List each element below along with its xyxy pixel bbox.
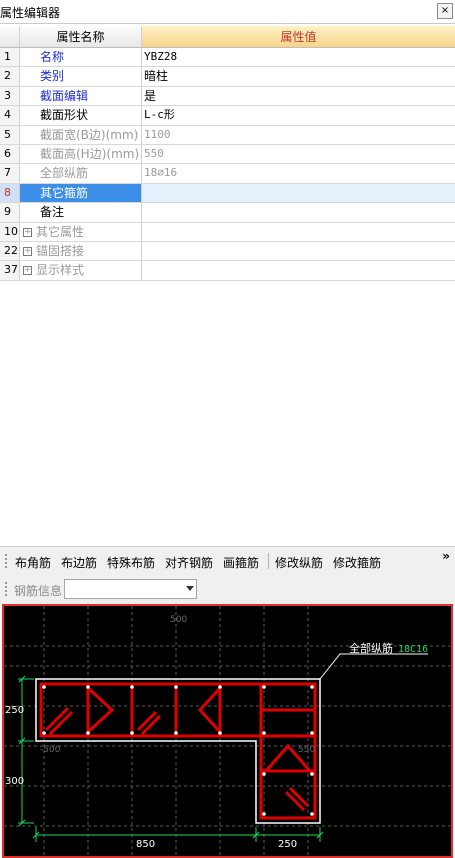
row-value[interactable]	[142, 223, 455, 241]
row-name[interactable]: 截面宽(B边)(mm)	[20, 125, 142, 144]
row-name[interactable]: 截面编辑	[20, 86, 142, 106]
property-grid: 属性名称 属性值 1 名称 YBZ28 2 类别 暗柱 3 截面编辑 是 4 截…	[0, 26, 455, 281]
row-name: 锚固搭接	[36, 243, 85, 258]
row-number: 3	[0, 86, 20, 106]
header-corner	[0, 26, 20, 47]
dim-250-left: 250	[5, 705, 24, 716]
row-number: 37	[0, 261, 20, 280]
grid-row[interactable]: 3 截面编辑 是	[0, 86, 455, 107]
row-name[interactable]: 截面高(H边)(mm)	[20, 144, 142, 164]
row-number: 7	[0, 164, 20, 183]
grid-group-row[interactable]: 37 + 显示样式	[0, 261, 455, 281]
modify-stirrup-button[interactable]: 修改箍筋	[333, 554, 381, 571]
row-name[interactable]: 类别	[20, 67, 142, 86]
section-outline	[35, 678, 321, 824]
toolbar-grip[interactable]	[5, 554, 7, 568]
grid-row[interactable]: 5 截面宽(B边)(mm) 1100	[0, 125, 455, 145]
rebar-info-label: 钢筋信息	[14, 584, 63, 598]
row-value[interactable]	[142, 261, 455, 279]
row-value[interactable]: 暗柱	[142, 67, 455, 85]
row-number: 1	[0, 48, 20, 67]
row-value[interactable]	[142, 203, 455, 221]
annotation-label: 全部纵筋	[349, 641, 393, 655]
modify-longitudinal-button[interactable]: 修改纵筋	[275, 554, 323, 571]
expand-plus-icon[interactable]: +	[23, 246, 32, 256]
row-name[interactable]: 名称	[20, 48, 142, 67]
header-value[interactable]: 属性值	[142, 26, 455, 47]
grid-row-selected[interactable]: 8 其它箍筋	[0, 183, 455, 204]
grid-header: 属性名称 属性值	[0, 26, 455, 48]
row-value[interactable]	[142, 183, 455, 203]
row-number: 4	[0, 106, 20, 125]
infobar-grip[interactable]	[5, 582, 7, 596]
row-number: 5	[0, 125, 20, 144]
grid-row[interactable]: 9 备注	[0, 203, 455, 223]
special-rebar-button[interactable]: 特殊布筋	[107, 554, 155, 571]
rebar-toolbar: 布角筋 布边筋 特殊布筋 对齐钢筋 画箍筋 修改纵筋 修改箍筋 »	[0, 546, 455, 574]
property-editor-window: { "window": { "title": "属性编辑器", "pin_ico…	[0, 0, 455, 858]
row-number: 8	[0, 183, 20, 203]
row-value[interactable]: YBZ28	[142, 48, 455, 66]
row-value[interactable]: 是	[142, 87, 455, 105]
section-drawing-canvas[interactable]: 全部纵筋 18C16 500 -500 550 250 300 850 250	[2, 604, 453, 858]
align-rebar-button[interactable]: 对齐钢筋	[165, 554, 213, 571]
dropdown-arrow-icon[interactable]	[186, 586, 194, 591]
row-value[interactable]: L-c形	[142, 106, 455, 124]
rebar-info-select[interactable]	[64, 579, 197, 599]
window-title: 属性编辑器	[0, 6, 61, 20]
row-name: 显示样式	[36, 263, 85, 278]
row-name-cell[interactable]: + 其它属性	[20, 222, 142, 241]
row-value[interactable]	[142, 242, 455, 260]
dim-300-left: 300	[5, 776, 24, 787]
corner-rebar-button[interactable]: 布角筋	[15, 554, 51, 571]
toolbar-more-icon[interactable]: »	[442, 549, 450, 563]
longitudinal-bars	[42, 685, 314, 816]
stirrups	[39, 682, 317, 820]
rebar-info-bar: 钢筋信息	[0, 574, 455, 604]
grid-label-left: -500	[40, 745, 61, 755]
dim-250-bottom: 250	[278, 839, 297, 850]
row-value[interactable]: 18⌀16	[142, 164, 455, 182]
row-name-cell[interactable]: + 锚固搭接	[20, 241, 142, 261]
toolbar-separator	[268, 553, 269, 569]
row-number: 22	[0, 241, 20, 261]
grid-label-top: 500	[170, 615, 187, 625]
row-name[interactable]: 其它箍筋	[20, 183, 142, 203]
grid-row[interactable]: 7 全部纵筋 18⌀16	[0, 164, 455, 184]
grid-row[interactable]: 6 截面高(H边)(mm) 550	[0, 144, 455, 165]
pin-icon[interactable]: ×	[437, 3, 453, 19]
title-bar: 属性编辑器 ×	[0, 0, 455, 24]
grid-group-row[interactable]: 10 + 其它属性	[0, 222, 455, 242]
row-number: 9	[0, 203, 20, 222]
row-value[interactable]: 550	[142, 145, 455, 163]
grid-row[interactable]: 2 类别 暗柱	[0, 67, 455, 87]
row-name[interactable]: 备注	[20, 203, 142, 222]
row-number: 6	[0, 144, 20, 164]
expand-plus-icon[interactable]: +	[23, 266, 32, 276]
row-name: 其它属性	[36, 224, 85, 239]
grid-row[interactable]: 1 名称 YBZ28	[0, 48, 455, 68]
row-name[interactable]: 全部纵筋	[20, 164, 142, 183]
grid-label-right: 550	[298, 745, 315, 755]
row-value[interactable]: 1100	[142, 126, 455, 144]
draw-stirrup-button[interactable]: 画箍筋	[223, 554, 259, 571]
row-number: 10	[0, 222, 20, 241]
expand-plus-icon[interactable]: +	[23, 227, 32, 237]
grid-group-row[interactable]: 22 + 锚固搭接	[0, 241, 455, 262]
dim-850-bottom: 850	[136, 839, 155, 850]
header-name[interactable]: 属性名称	[20, 26, 142, 47]
edge-rebar-button[interactable]: 布边筋	[61, 554, 97, 571]
section-drawing: 全部纵筋 18C16 500 -500 550 250 300 850 250	[4, 606, 451, 856]
row-name[interactable]: 截面形状	[20, 106, 142, 125]
annotation-value: 18C16	[398, 644, 428, 655]
grid-row[interactable]: 4 截面形状 L-c形	[0, 106, 455, 126]
row-name-cell[interactable]: + 显示样式	[20, 261, 142, 280]
row-number: 2	[0, 67, 20, 86]
